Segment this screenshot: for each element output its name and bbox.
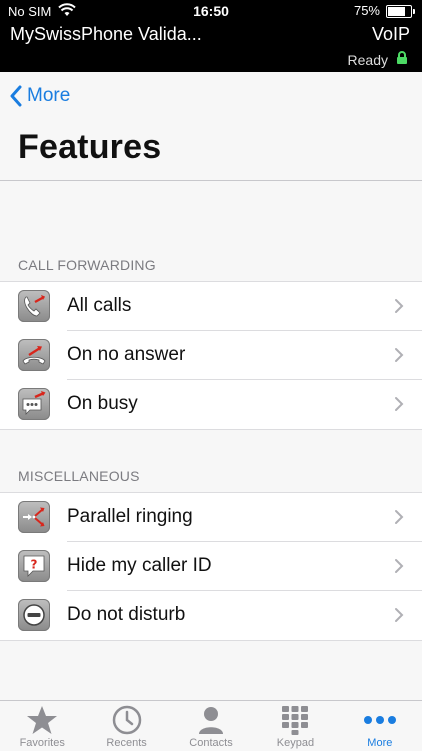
row-hide-caller-id[interactable]: ? Hide my caller ID <box>0 542 422 591</box>
tab-keypad[interactable]: Keypad <box>253 701 337 751</box>
section-header-call-forwarding: CALL FORWARDING <box>18 257 156 273</box>
battery-percent: 75% <box>353 3 380 18</box>
account-name: MySwissPhone Valida... <box>10 24 202 44</box>
chevron-right-icon <box>395 299 404 313</box>
parallel-ringing-icon <box>18 501 50 533</box>
do-not-disturb-icon <box>18 599 50 631</box>
clock-icon <box>112 705 141 735</box>
row-parallel-ringing[interactable]: Parallel ringing <box>0 493 422 542</box>
back-button[interactable]: More <box>9 85 70 107</box>
more-icon <box>363 716 396 724</box>
chevron-left-icon <box>10 85 22 107</box>
tab-label: More <box>367 737 393 749</box>
chevron-right-icon <box>395 397 404 411</box>
tab-label: Recents <box>106 737 147 749</box>
chevron-right-icon <box>395 348 404 362</box>
lock-icon <box>396 51 408 70</box>
navigation-header: More Features <box>0 72 422 181</box>
tab-recents[interactable]: Recents <box>84 701 168 751</box>
keypad-icon <box>282 706 309 735</box>
row-label: On no answer <box>67 344 186 365</box>
hide-caller-id-icon: ? <box>18 550 50 582</box>
connection-type: VoIP <box>371 24 410 44</box>
account-bar: MySwissPhone Valida... VoIP Ready <box>0 22 422 72</box>
busy-bubble-forward-icon <box>18 388 50 420</box>
tab-bar: Favorites Recents Contacts Keypad More <box>0 700 422 751</box>
handset-forward-icon <box>18 339 50 371</box>
svg-text:?: ? <box>31 558 38 572</box>
tab-favorites[interactable]: Favorites <box>0 701 84 751</box>
row-label: Parallel ringing <box>67 506 193 527</box>
tab-label: Keypad <box>276 737 315 749</box>
chevron-right-icon <box>395 510 404 524</box>
call-forwarding-group: All calls On no answer On busy <box>0 281 422 430</box>
miscellaneous-group: Parallel ringing ? Hide my caller ID Do … <box>0 492 422 641</box>
page-title: Features <box>18 128 162 166</box>
row-on-no-answer[interactable]: On no answer <box>0 331 422 380</box>
phone-forward-icon <box>18 290 50 322</box>
tab-contacts[interactable]: Contacts <box>169 701 253 751</box>
row-label: On busy <box>67 393 138 414</box>
row-do-not-disturb[interactable]: Do not disturb <box>0 591 422 640</box>
section-header-miscellaneous: MISCELLANEOUS <box>18 468 140 484</box>
tab-more[interactable]: More <box>338 701 422 751</box>
battery-icon <box>386 5 415 18</box>
star-icon <box>27 706 58 734</box>
row-label: All calls <box>67 295 132 316</box>
back-label: More <box>27 85 71 106</box>
row-label: Hide my caller ID <box>67 555 212 576</box>
status-bar: No SIM 16:50 75% <box>0 0 422 22</box>
tab-label: Favorites <box>19 737 65 749</box>
chevron-right-icon <box>395 608 404 622</box>
row-label: Do not disturb <box>67 604 186 625</box>
registration-status: Ready <box>347 52 388 68</box>
tab-label: Contacts <box>189 737 233 749</box>
chevron-right-icon <box>395 559 404 573</box>
row-on-busy[interactable]: On busy <box>0 380 422 429</box>
person-icon <box>199 707 224 734</box>
row-all-calls[interactable]: All calls <box>0 282 422 331</box>
